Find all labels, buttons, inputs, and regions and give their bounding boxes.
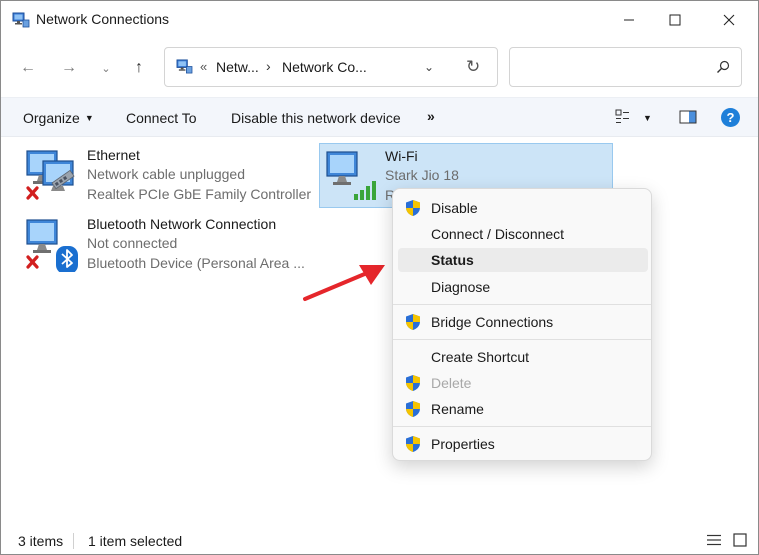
address-dropdown-icon[interactable]: ⌄ <box>424 60 434 74</box>
item-count: 3 items <box>18 533 64 549</box>
arrow-right-icon: → <box>61 59 77 76</box>
arrow-up-icon: ↑ <box>135 59 143 76</box>
menu-item-properties[interactable]: Properties <box>398 432 648 456</box>
navigation-bar: ← → ⌄ ↑ « Netw... › Network Co... ⌄ ↻ <box>1 39 758 97</box>
menu-item-diagnose[interactable]: Diagnose <box>398 275 648 299</box>
connection-status: Network cable unplugged <box>87 166 245 182</box>
connection-device: Realtek PCIe GbE Family Controller <box>87 186 312 202</box>
preview-pane-icon[interactable] <box>679 110 697 124</box>
connection-status: Stark Jio 18 <box>385 167 459 183</box>
up-button[interactable]: ↑ <box>128 57 150 79</box>
menu-separator <box>393 426 651 427</box>
status-bar: 3 items 1 item selected <box>1 526 758 554</box>
minimize-button[interactable] <box>606 1 652 39</box>
context-menu: Disable Connect / Disconnect Status Diag… <box>392 188 652 461</box>
menu-item-disable[interactable]: Disable <box>398 196 648 220</box>
bluetooth-adapter-icon <box>26 219 78 272</box>
connection-name: Ethernet <box>87 147 140 163</box>
wifi-adapter-icon <box>326 151 376 200</box>
help-icon[interactable]: ? <box>721 108 740 127</box>
more-commands-button[interactable]: » <box>427 108 435 124</box>
close-button[interactable] <box>706 1 752 39</box>
menu-item-label: Diagnose <box>431 279 491 295</box>
menu-item-bridge-connections[interactable]: Bridge Connections <box>398 310 648 334</box>
caret-down-icon: ▼ <box>84 113 94 123</box>
connection-bluetooth[interactable]: Bluetooth Network Connection Not connect… <box>25 216 315 276</box>
organize-label: Organize <box>23 110 80 126</box>
breadcrumb-separator[interactable]: › <box>266 58 271 74</box>
menu-item-connect-disconnect[interactable]: Connect / Disconnect <box>398 222 648 246</box>
connect-to-button[interactable]: Connect To <box>126 110 197 126</box>
arrow-left-icon: ← <box>20 59 36 76</box>
organize-menu[interactable]: Organize ▼ <box>23 110 94 126</box>
back-button[interactable]: ← <box>17 57 39 79</box>
search-box[interactable] <box>509 47 742 87</box>
menu-item-label: Bridge Connections <box>431 314 554 330</box>
red-arrow-annotation <box>303 265 385 301</box>
breadcrumb-network[interactable]: Netw... <box>216 59 259 75</box>
large-icons-view-icon[interactable] <box>733 533 747 547</box>
view-options-caret-icon[interactable]: ▼ <box>643 113 652 123</box>
selection-count: 1 item selected <box>88 533 183 549</box>
minimize-icon <box>624 19 634 21</box>
status-divider <box>73 533 74 549</box>
command-bar: Organize ▼ Connect To Disable this networ… <box>1 97 758 137</box>
uac-shield-icon <box>406 375 420 391</box>
menu-item-label: Disable <box>431 200 478 216</box>
breadcrumb-network-connections[interactable]: Network Co... <box>282 59 367 75</box>
menu-item-label: Rename <box>431 401 484 417</box>
menu-item-label: Status <box>431 252 474 268</box>
menu-item-delete[interactable]: Delete <box>398 371 648 395</box>
menu-item-rename[interactable]: Rename <box>398 397 648 421</box>
connection-name: Bluetooth Network Connection <box>87 216 277 232</box>
menu-separator <box>393 304 651 305</box>
menu-item-label: Create Shortcut <box>431 349 530 365</box>
change-view-icon[interactable] <box>615 109 633 125</box>
uac-shield-icon <box>406 401 420 417</box>
uac-shield-icon <box>406 436 420 452</box>
chevron-down-icon: ⌄ <box>101 62 111 75</box>
address-bar[interactable]: « Netw... › Network Co... ⌄ ↻ <box>164 47 498 87</box>
maximize-button[interactable] <box>652 1 698 39</box>
menu-separator <box>393 339 651 340</box>
menu-item-label: Properties <box>431 436 495 452</box>
menu-item-status[interactable]: Status <box>398 248 648 272</box>
forward-button[interactable]: → <box>58 57 80 79</box>
network-connections-icon <box>176 59 193 74</box>
maximize-icon <box>669 14 681 26</box>
details-view-icon[interactable] <box>707 534 721 546</box>
uac-shield-icon <box>406 200 420 216</box>
close-icon <box>723 14 735 26</box>
explorer-window: Network Connections ← → ⌄ ↑ « Netw... › <box>0 0 759 555</box>
connection-status: Not connected <box>87 235 178 251</box>
uac-shield-icon <box>406 314 420 330</box>
search-icon <box>717 60 730 73</box>
menu-item-label: Delete <box>431 375 472 391</box>
menu-item-label: Connect / Disconnect <box>431 226 565 242</box>
title-bar: Network Connections <box>1 1 758 39</box>
connection-device: Bluetooth Device (Personal Area ... <box>87 255 305 271</box>
recent-locations-button[interactable]: ⌄ <box>95 57 117 79</box>
window-title: Network Connections <box>36 11 170 27</box>
ethernet-adapter-icon <box>26 150 75 200</box>
connection-ethernet[interactable]: Ethernet Network cable unplugged Realtek… <box>25 147 315 207</box>
connection-name: Wi-Fi <box>385 148 418 164</box>
disable-device-button[interactable]: Disable this network device <box>231 110 401 126</box>
refresh-icon[interactable]: ↻ <box>466 57 480 77</box>
network-connections-icon <box>12 12 30 28</box>
menu-item-create-shortcut[interactable]: Create Shortcut <box>398 345 648 369</box>
address-overflow[interactable]: « <box>200 59 207 74</box>
